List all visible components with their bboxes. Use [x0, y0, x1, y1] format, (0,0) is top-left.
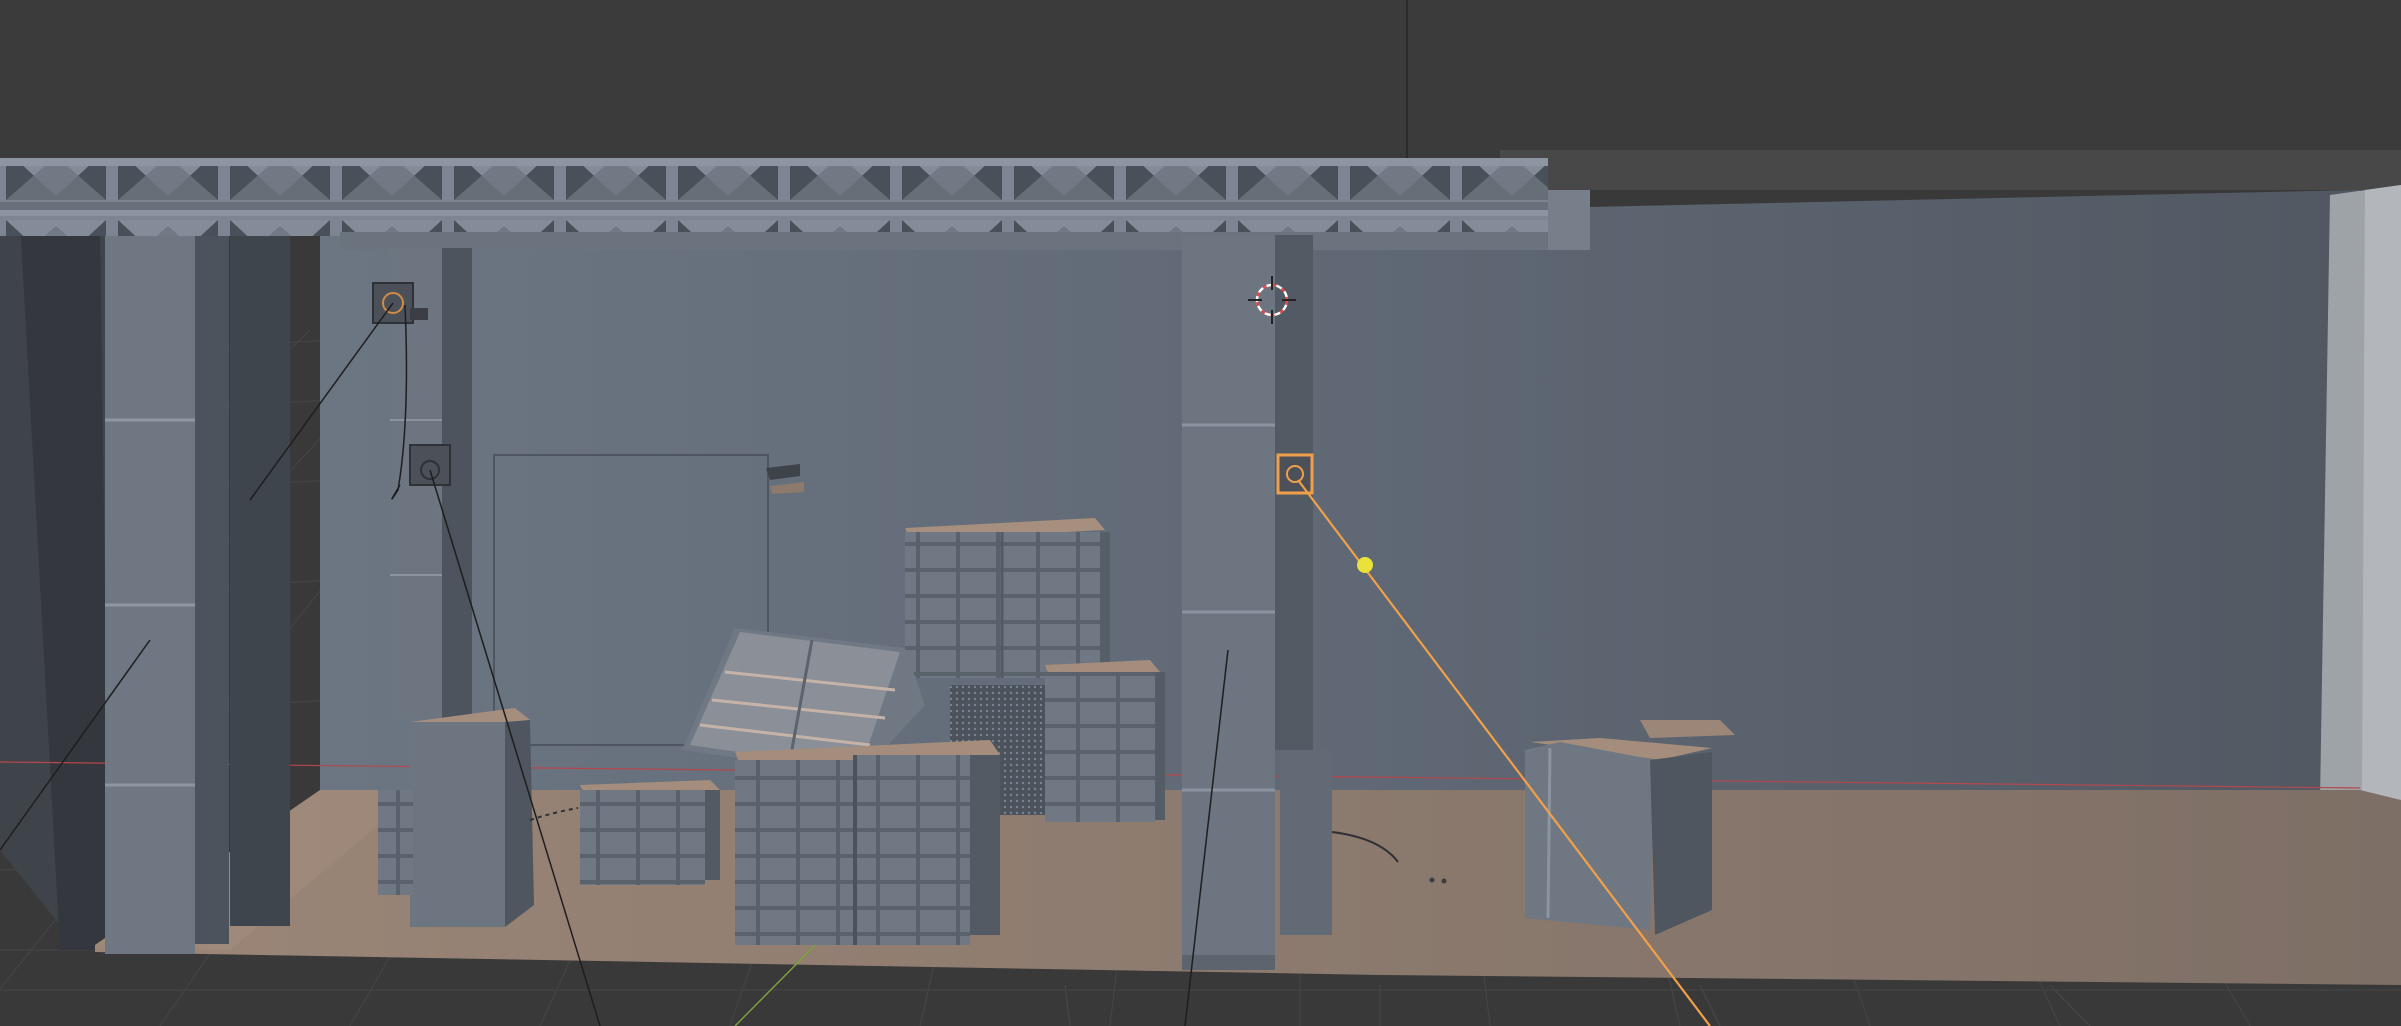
column-left-front[interactable] — [105, 236, 290, 954]
crate-top-stack[interactable] — [905, 518, 1110, 678]
floor-plate[interactable] — [1640, 720, 1735, 738]
crate-front-double[interactable] — [735, 740, 1000, 945]
selected-spot-light-icon[interactable] — [1276, 453, 1314, 495]
crate-small-front[interactable] — [580, 780, 720, 885]
light-target-icon[interactable] — [1357, 557, 1373, 573]
scene-canvas[interactable] — [0, 0, 2401, 1026]
grid-foreground — [1064, 984, 2091, 1026]
3d-viewport[interactable] — [0, 0, 2401, 1026]
spot-light-icon[interactable] — [409, 444, 451, 486]
ceiling-slab — [1500, 150, 2401, 190]
back-wall[interactable] — [320, 190, 2360, 790]
ceiling — [0, 0, 2401, 160]
small-crate-left[interactable] — [378, 790, 413, 895]
tall-crate[interactable] — [410, 708, 534, 927]
